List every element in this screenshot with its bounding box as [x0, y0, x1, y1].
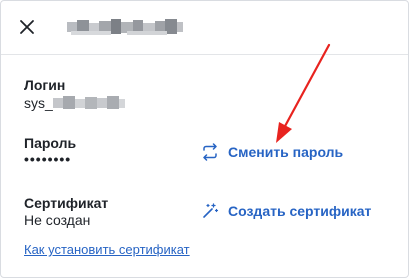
annotation-arrow	[276, 43, 331, 143]
